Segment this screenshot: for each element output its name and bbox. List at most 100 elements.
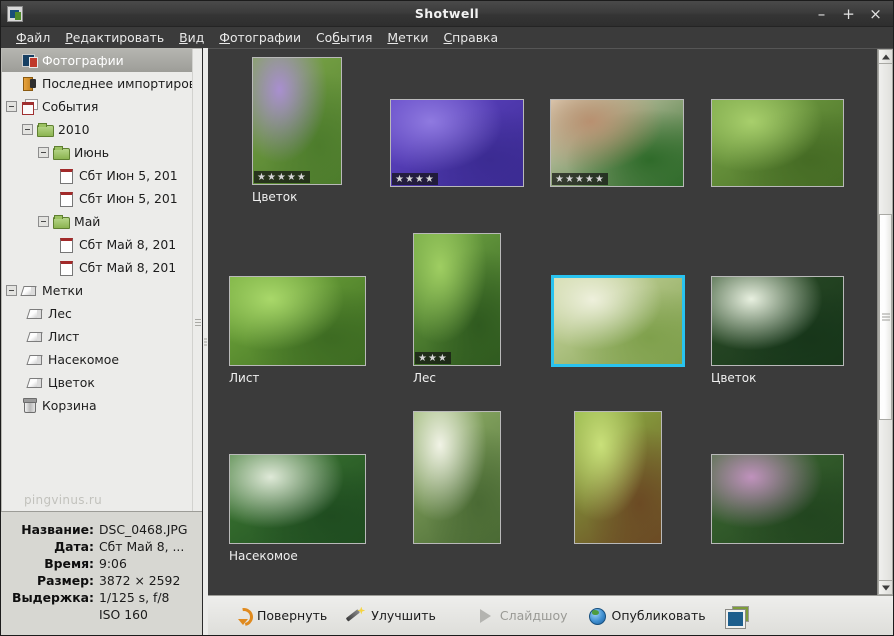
- publish-button[interactable]: Опубликовать: [579, 602, 715, 630]
- photo-cell[interactable]: [551, 275, 685, 367]
- photo-cell[interactable]: Цветок: [711, 276, 844, 385]
- star-rating[interactable]: ★★★★★: [254, 171, 310, 183]
- bottom-toolbar: Повернуть Улучшить Слайдшоу Опубликовать: [208, 595, 893, 635]
- expander-toggle-icon[interactable]: [6, 101, 17, 112]
- menu-events[interactable]: События: [309, 28, 379, 47]
- star-rating[interactable]: ★★★: [415, 352, 451, 364]
- play-icon: [476, 607, 494, 625]
- menu-help[interactable]: Справка: [437, 28, 506, 47]
- scroll-track[interactable]: [878, 64, 893, 580]
- photo-cell[interactable]: ★★★★: [390, 99, 524, 187]
- expander-toggle-icon[interactable]: [38, 147, 49, 158]
- star-rating[interactable]: ★★★★★: [552, 173, 608, 185]
- menu-edit[interactable]: Редактировать: [58, 28, 171, 47]
- photo-grid[interactable]: ★★★★★ Цветок ★★★★ ★★★★★ Лист ★★★ Лес Цветок Насе…: [208, 49, 877, 595]
- grid-scrollbar[interactable]: [877, 49, 893, 595]
- expander-toggle-icon[interactable]: [38, 216, 49, 227]
- photo-thumbnail[interactable]: ★★★★: [390, 99, 524, 187]
- sidebar-item-12[interactable]: Лист: [2, 325, 202, 348]
- photo-cell[interactable]: [413, 411, 501, 544]
- sidebar-item-label: Последнее импортиров: [42, 76, 197, 91]
- info-key: Название:: [21, 522, 94, 537]
- photo-cell[interactable]: [711, 454, 844, 544]
- sidebar-scrollbar[interactable]: [192, 49, 202, 511]
- menu-view[interactable]: Вид: [172, 28, 211, 47]
- window-title: Shotwell: [414, 6, 480, 21]
- film-icon: [21, 76, 38, 91]
- sidebar-item-label: Июнь: [74, 145, 110, 160]
- photo-cell[interactable]: Насекомое: [229, 454, 366, 563]
- enhance-button[interactable]: Улучшить: [338, 602, 445, 630]
- sidebar-item-4[interactable]: Июнь: [2, 141, 202, 164]
- sidebar-item-15[interactable]: Корзина: [2, 394, 202, 417]
- sidebar-scroll-grip: [195, 319, 201, 326]
- sidebar-item-3[interactable]: 2010: [2, 118, 202, 141]
- photo-cell[interactable]: ★★★★★ Цветок: [252, 57, 342, 204]
- sidebar-item-label: Сбт Май 8, 201: [79, 260, 177, 275]
- photo-thumbnail[interactable]: [711, 99, 844, 187]
- expander-toggle-icon[interactable]: [6, 285, 17, 296]
- sidebar-item-0[interactable]: Фотографии: [2, 49, 202, 72]
- photo-thumbnail[interactable]: [711, 276, 844, 366]
- photo-thumbnail[interactable]: [574, 411, 662, 544]
- scroll-up-arrow-icon[interactable]: [878, 49, 893, 64]
- rotate-button-label: Повернуть: [257, 608, 328, 623]
- photo-thumbnail[interactable]: ★★★★★: [252, 57, 342, 185]
- publish-button-label: Опубликовать: [611, 608, 706, 623]
- menu-photos[interactable]: Фотографии: [212, 28, 308, 47]
- photo-thumbnail[interactable]: [711, 454, 844, 544]
- sidebar-item-label: Лес: [48, 306, 72, 321]
- photo-stack-button[interactable]: [717, 601, 753, 631]
- sidebar-item-14[interactable]: Цветок: [2, 371, 202, 394]
- slideshow-button[interactable]: Слайдшоу: [467, 602, 577, 630]
- photo-cell[interactable]: Лист: [229, 276, 366, 385]
- sidebar-item-label: Май: [74, 214, 101, 229]
- folder-icon: [53, 214, 70, 229]
- close-button[interactable]: ×: [869, 6, 882, 21]
- sidebar-item-8[interactable]: Сбт Май 8, 201: [2, 233, 202, 256]
- expander-toggle-icon[interactable]: [22, 124, 33, 135]
- minimize-button[interactable]: –: [815, 6, 828, 21]
- sidebar-item-9[interactable]: Сбт Май 8, 201: [2, 256, 202, 279]
- rotate-button[interactable]: Повернуть: [224, 602, 336, 630]
- sidebar-item-7[interactable]: Май: [2, 210, 202, 233]
- tag-icon: [27, 329, 44, 344]
- sidebar-item-1[interactable]: Последнее импортиров: [2, 72, 202, 95]
- star-rating[interactable]: ★★★★: [392, 173, 438, 185]
- sidebar-item-label: Сбт Июн 5, 201: [79, 191, 178, 206]
- menu-tags[interactable]: Метки: [380, 28, 435, 47]
- photos-icon: [21, 53, 38, 68]
- scroll-thumb[interactable]: [879, 213, 892, 421]
- main-body: Фотографии Последнее импортиров События 201…: [1, 48, 893, 635]
- sidebar-item-13[interactable]: Насекомое: [2, 348, 202, 371]
- info-row: Название: DSC_0468.JPG: [1, 522, 194, 537]
- maximize-button[interactable]: +: [842, 6, 855, 21]
- sidebar-item-5[interactable]: Сбт Июн 5, 201: [2, 164, 202, 187]
- menu-tags-rest: етки: [398, 30, 429, 45]
- photo-cell[interactable]: [711, 99, 844, 187]
- info-value: Сбт Май 8, ...: [99, 539, 185, 554]
- day-icon: [58, 237, 75, 253]
- folder-icon: [37, 122, 54, 137]
- photo-thumbnail[interactable]: [413, 411, 501, 544]
- title-bar: Shotwell – + ×: [1, 1, 893, 27]
- photo-thumbnail[interactable]: [551, 275, 685, 367]
- photo-caption: Лес: [413, 371, 437, 385]
- sidebar-item-2[interactable]: События: [2, 95, 202, 118]
- sidebar-item-label: Цветок: [48, 375, 95, 390]
- sidebar-tree[interactable]: Фотографии Последнее импортиров События 201…: [1, 48, 202, 511]
- info-panel: Название: DSC_0468.JPG Дата: Сбт Май 8, ...…: [1, 511, 202, 635]
- photo-thumbnail[interactable]: [229, 454, 366, 544]
- photo-thumbnail[interactable]: ★★★: [413, 233, 501, 366]
- sidebar-item-6[interactable]: Сбт Июн 5, 201: [2, 187, 202, 210]
- sidebar-item-10[interactable]: Метки: [2, 279, 202, 302]
- photo-cell[interactable]: ★★★ Лес: [413, 233, 501, 385]
- photo-thumbnail[interactable]: ★★★★★: [550, 99, 684, 187]
- photo-cell[interactable]: [574, 411, 662, 544]
- scroll-down-arrow-icon[interactable]: [878, 580, 893, 595]
- menu-file[interactable]: Файл: [9, 28, 57, 47]
- sidebar-item-11[interactable]: Лес: [2, 302, 202, 325]
- day-icon: [58, 168, 75, 184]
- photo-thumbnail[interactable]: [229, 276, 366, 366]
- photo-cell[interactable]: ★★★★★: [550, 99, 684, 187]
